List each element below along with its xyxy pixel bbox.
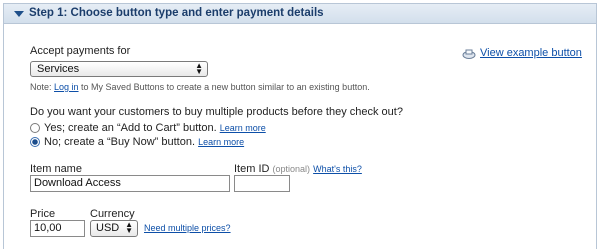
item-id-input[interactable] [234, 175, 290, 192]
buy-now-radio[interactable] [30, 137, 40, 147]
collapse-arrow-icon[interactable] [14, 11, 24, 17]
price-label: Price [30, 208, 56, 220]
item-id-label-group: Item ID (optional) What's this? [234, 163, 362, 175]
item-id-label: Item ID [234, 163, 270, 175]
currency-select[interactable]: USD ▲ ▼ [90, 220, 138, 237]
add-to-cart-learn-more-link[interactable]: Learn more [220, 123, 266, 133]
note-suffix: to My Saved Buttons to create a new butt… [78, 82, 370, 92]
multiple-prices-link[interactable]: Need multiple prices? [144, 223, 231, 233]
accept-payments-select[interactable]: Services ▲ ▼ [30, 61, 208, 77]
item-id-optional: (optional) [272, 164, 311, 174]
whats-this-link[interactable]: What's this? [313, 164, 362, 174]
buy-now-label: No; create a “Buy Now” button. [44, 136, 196, 148]
currency-value: USD [96, 222, 120, 234]
accept-payments-label: Accept payments for [30, 45, 131, 57]
buy-now-learn-more-link[interactable]: Learn more [198, 137, 244, 147]
currency-label: Currency [90, 208, 135, 220]
price-input[interactable]: 10,00 [30, 220, 85, 237]
multiple-products-question: Do you want your customers to buy multip… [30, 106, 403, 118]
view-example-icon[interactable] [462, 48, 476, 60]
select-arrows-icon: ▲ ▼ [195, 61, 203, 76]
view-example-link[interactable]: View example button [480, 47, 582, 59]
step-header[interactable]: Step 1: Choose button type and enter pay… [4, 4, 596, 24]
item-name-input[interactable]: Download Access [30, 175, 230, 192]
add-to-cart-label: Yes; create an “Add to Cart” button. [44, 122, 217, 134]
add-to-cart-radio[interactable] [30, 123, 40, 133]
step-title: Step 1: Choose button type and enter pay… [29, 7, 324, 19]
login-link[interactable]: Log in [54, 82, 79, 92]
saved-buttons-note: Note: Log in to My Saved Buttons to crea… [30, 82, 370, 92]
add-to-cart-option: Yes; create an “Add to Cart” button. Lea… [44, 122, 266, 134]
item-name-label: Item name [30, 163, 82, 175]
buy-now-option: No; create a “Buy Now” button. Learn mor… [44, 136, 244, 148]
note-prefix: Note: [30, 82, 55, 92]
currency-arrows-icon: ▲ ▼ [125, 220, 133, 235]
accept-payments-value: Services [37, 63, 80, 75]
